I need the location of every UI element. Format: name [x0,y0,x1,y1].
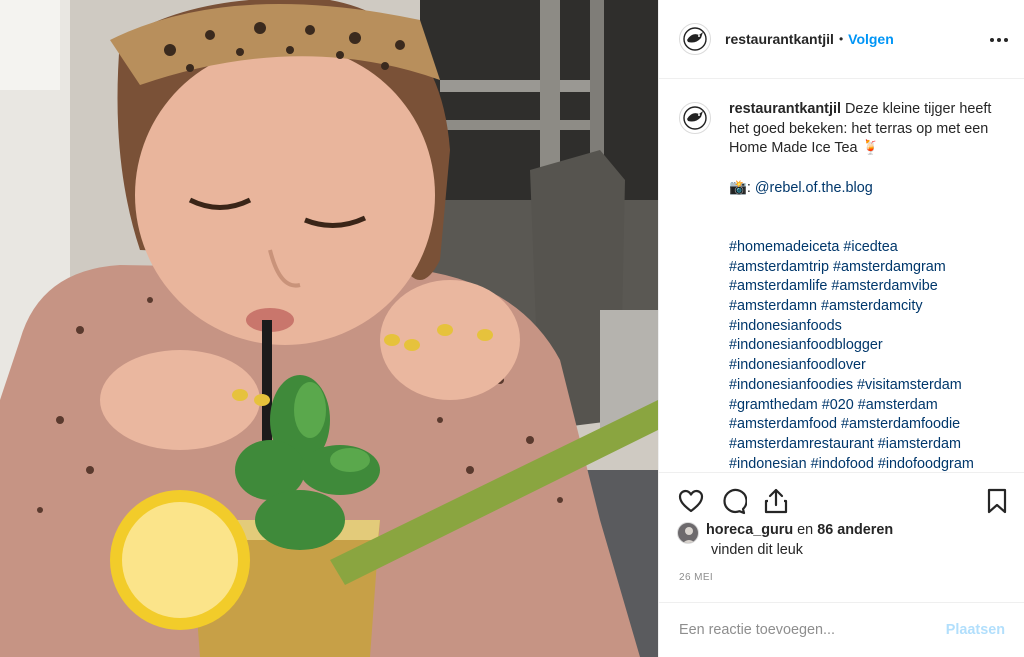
share-icon[interactable] [762,487,790,515]
hashtag-line[interactable]: #amsterdamlife #amsterdamvibe [729,277,1009,297]
bookmark-icon[interactable] [983,487,1011,515]
post-comment-button[interactable]: Plaatsen [946,622,1005,638]
more-options-icon[interactable] [987,30,1011,50]
header-separator: • [838,32,844,46]
hashtag-line[interactable]: #amsterdamtrip #amsterdamgram [729,258,1009,278]
heart-icon[interactable] [677,487,705,515]
post-header: restaurantkantjil • Volgen [659,0,1024,79]
comment-icon[interactable] [719,487,748,515]
credit-mention-link[interactable]: @rebel.of.the.blog [755,180,873,196]
hashtag-line[interactable]: #amsterdamrestaurant #iamsterdam [729,435,1009,455]
liker-avatar[interactable] [677,522,699,544]
hashtag-line[interactable]: #gramthedam #020 #amsterdam [729,396,1009,416]
likes-connector: en [793,522,818,538]
photo-illustration [0,0,658,657]
hashtag-line[interactable]: #indonesianfoodlover [729,356,1009,376]
hashtag-line[interactable]: #indonesianfoodies #visitamsterdam [729,376,1009,396]
hashtag-line[interactable]: #homemadeiceta #icedtea [729,238,1009,258]
liker-username[interactable]: horeca_guru [706,522,793,538]
comments-section[interactable]: restaurantkantjil Deze kleine tijger hee… [659,80,1024,472]
hashtag-line[interactable]: #amsterdamn #amsterdamcity [729,297,1009,317]
header-username[interactable]: restaurantkantjil [725,31,834,47]
instagram-post: restaurantkantjil • Volgen restaurantkan… [0,0,1024,657]
comment-input[interactable] [679,622,946,638]
post-side-panel: restaurantkantjil • Volgen restaurantkan… [658,0,1024,657]
comment-form: Plaatsen [659,602,1024,657]
post-date[interactable]: 26 MEI [679,572,713,583]
likes-summary: horeca_guru en 86 anderen vinden dit leu… [677,520,893,560]
hashtag-line[interactable]: #amsterdamfood #amsterdamfoodie [729,415,1009,435]
caption-row: restaurantkantjil Deze kleine tijger hee… [679,100,1009,472]
hashtag-line[interactable]: #indonesianfoods [729,317,1009,337]
caption-username[interactable]: restaurantkantjil [729,101,841,117]
follow-button[interactable]: Volgen [848,31,894,47]
post-photo[interactable] [0,0,658,657]
caption-avatar[interactable] [679,102,711,134]
likes-count-link[interactable]: 86 anderen [817,522,893,538]
camera-credit-prefix: 📸: [729,179,755,196]
caption-credit: 📸: @rebel.of.the.blog [729,179,1009,199]
profile-avatar[interactable] [679,23,711,55]
likes-text: horeca_guru en 86 anderen vinden dit leu… [706,520,893,560]
caption-text: restaurantkantjil Deze kleine tijger hee… [729,100,1009,472]
hashtag-list: #homemadeiceta #icedtea #amsterdamtrip #a… [729,238,1009,472]
hashtag-line[interactable]: #indonesian #indofood #indofoodgram [729,455,1009,472]
restaurant-logo-icon [683,27,707,51]
likes-suffix: vinden dit leuk [711,542,804,558]
hashtag-line[interactable]: #indonesianfoodblogger [729,336,1009,356]
restaurant-logo-icon [683,106,707,130]
